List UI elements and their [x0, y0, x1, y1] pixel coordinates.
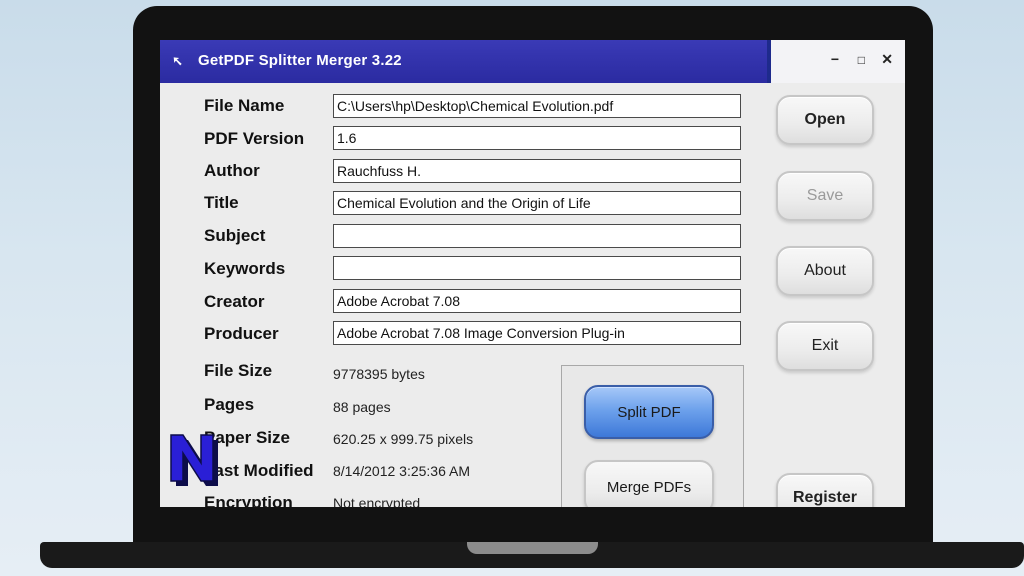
producer-label: Producer	[204, 324, 279, 343]
file-name-field[interactable]: C:\Users\hp\Desktop\Chemical Evolution.p…	[333, 94, 741, 118]
window-title: GetPDF Splitter Merger 3.22	[198, 52, 402, 69]
app-window: ➘ GetPDF Splitter Merger 3.22 − □ ✕ File…	[160, 40, 905, 507]
author-field[interactable]: Rauchfuss H.	[333, 159, 741, 183]
keywords-label: Keywords	[204, 259, 286, 278]
encryption-label: Encryption	[204, 493, 293, 507]
file-size-label: File Size	[204, 361, 273, 380]
exit-button[interactable]: Exit	[776, 321, 874, 371]
author-label: Author	[204, 161, 260, 180]
save-button[interactable]: Save	[776, 171, 874, 221]
paper-size-value: 620.25 x 999.75 pixels	[333, 431, 474, 447]
pages-value: 88 pages	[333, 399, 391, 415]
watermark-logo	[170, 434, 218, 486]
close-icon[interactable]: ✕	[881, 51, 893, 68]
creator-label: Creator	[204, 292, 265, 311]
pages-label: Pages	[204, 395, 255, 414]
open-button[interactable]: Open	[776, 95, 874, 145]
split-pdf-button[interactable]: Split PDF	[584, 385, 714, 439]
pdf-version-field[interactable]: 1.6	[333, 126, 741, 150]
maximize-icon[interactable]: □	[858, 53, 865, 67]
title-label: Title	[204, 193, 239, 212]
subject-field[interactable]	[333, 224, 741, 248]
producer-field[interactable]: Adobe Acrobat 7.08 Image Conversion Plug…	[333, 321, 741, 345]
file-name-label: File Name	[204, 96, 285, 115]
register-button[interactable]: Register	[776, 473, 874, 507]
last-modified-value: 8/14/2012 3:25:36 AM	[333, 463, 470, 479]
pdf-version-label: PDF Version	[204, 129, 305, 148]
laptop-notch	[467, 542, 598, 554]
about-button[interactable]: About	[776, 246, 874, 296]
encryption-value: Not encrypted	[333, 495, 421, 507]
merge-pdfs-button[interactable]: Merge PDFs	[584, 460, 714, 507]
keywords-field[interactable]	[333, 256, 741, 280]
title-field[interactable]: Chemical Evolution and the Origin of Lif…	[333, 191, 741, 215]
app-icon: ➘	[172, 54, 183, 69]
file-size-value: 9778395 bytes	[333, 366, 425, 382]
window-controls: − □ ✕	[767, 40, 905, 83]
subject-label: Subject	[204, 226, 266, 245]
minimize-icon[interactable]: −	[831, 51, 839, 67]
creator-field[interactable]: Adobe Acrobat 7.08	[333, 289, 741, 313]
